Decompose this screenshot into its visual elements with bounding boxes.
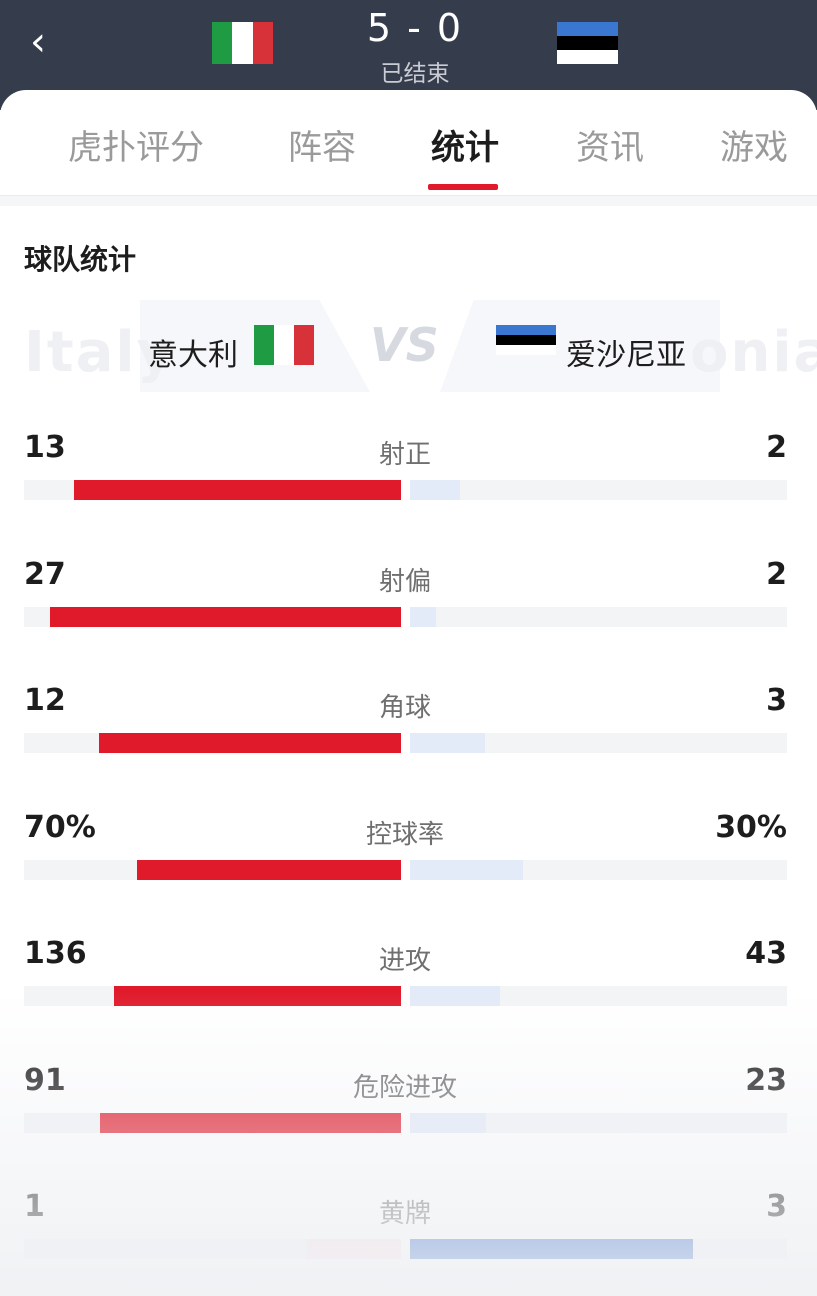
content-sheet: 虎扑评分 阵容 统计 资讯 游戏 球队统计 Italy onia 意大利 VS … — [0, 90, 817, 1296]
away-team-name: 爱沙尼亚 — [566, 338, 686, 373]
tab-stats[interactable]: 统计 — [431, 120, 499, 169]
stat-row: 13 射正 2 — [0, 430, 817, 520]
away-stat-value: 30% — [715, 810, 787, 845]
stat-label: 进攻 — [378, 946, 431, 976]
stat-row: 27 射偏 2 — [0, 557, 817, 647]
away-stat-bar — [410, 986, 501, 1006]
home-stat-track — [24, 733, 401, 753]
match-score: 5 - 0 — [366, 6, 464, 50]
away-stat-value: 23 — [745, 1063, 787, 1098]
estonia-flag-icon — [496, 325, 556, 355]
home-stat-track — [24, 1113, 401, 1133]
home-stat-track — [24, 1239, 401, 1259]
home-stat-value: 27 — [24, 557, 66, 592]
home-stat-track — [24, 480, 401, 500]
home-stat-bar — [74, 480, 401, 500]
italy-flag-icon — [212, 22, 273, 64]
stat-label: 射偏 — [378, 567, 431, 597]
stat-label: 黄牌 — [378, 1199, 431, 1229]
away-stat-track — [410, 480, 787, 500]
home-stat-value: 1 — [24, 1189, 45, 1224]
stat-label: 危险进攻 — [352, 1073, 457, 1103]
home-stat-bar — [50, 607, 401, 627]
stat-row: 70% 控球率 30% — [0, 810, 817, 900]
away-stat-bar — [410, 860, 524, 880]
stat-row: 12 角球 3 — [0, 683, 817, 773]
away-stat-bar — [410, 733, 486, 753]
away-stat-bar — [410, 1239, 693, 1259]
away-stat-track — [410, 986, 787, 1006]
away-stat-bar — [410, 607, 436, 627]
tab-games[interactable]: 游戏 — [720, 120, 788, 169]
away-stat-bar — [410, 1113, 487, 1133]
away-stat-value: 2 — [766, 430, 787, 465]
away-stat-value: 3 — [766, 1189, 787, 1224]
section-title: 球队统计 — [24, 243, 137, 276]
home-stat-value: 91 — [24, 1063, 66, 1098]
tab-lineup[interactable]: 阵容 — [288, 120, 356, 169]
estonia-flag-icon — [557, 22, 618, 64]
stat-row: 136 进攻 43 — [0, 936, 817, 1026]
home-stat-bar — [137, 860, 401, 880]
active-tab-indicator — [428, 184, 498, 190]
away-stat-value: 2 — [766, 557, 787, 592]
away-watermark: onia — [690, 320, 817, 385]
stat-row: 91 危险进攻 23 — [0, 1063, 817, 1153]
divider — [0, 196, 817, 206]
home-stat-track — [24, 607, 401, 627]
home-stat-bar — [100, 1113, 401, 1133]
home-stat-track — [24, 860, 401, 880]
home-stat-bar — [114, 986, 401, 1006]
stat-label: 射正 — [378, 440, 431, 470]
back-chevron-icon[interactable]: ‹ — [30, 22, 62, 66]
stat-label: 控球率 — [365, 820, 444, 850]
home-stat-value: 12 — [24, 683, 66, 718]
tab-bar: 虎扑评分 阵容 统计 资讯 游戏 — [0, 90, 817, 196]
italy-flag-icon — [254, 325, 314, 365]
away-stat-bar — [410, 480, 461, 500]
away-stat-track — [410, 860, 787, 880]
home-stat-value: 70% — [24, 810, 96, 845]
vs-label: VS — [370, 318, 439, 372]
home-stat-value: 136 — [24, 936, 87, 971]
stat-row: 1 黄牌 3 — [0, 1189, 817, 1279]
tab-news[interactable]: 资讯 — [576, 120, 644, 169]
stat-label: 角球 — [378, 693, 431, 723]
home-team-name: 意大利 — [148, 338, 238, 373]
home-stat-bar — [99, 733, 401, 753]
away-stat-track — [410, 1239, 787, 1259]
away-stat-track — [410, 607, 787, 627]
away-stat-value: 3 — [766, 683, 787, 718]
match-status: 已结束 — [380, 61, 450, 87]
away-stat-track — [410, 1113, 787, 1133]
home-stat-track — [24, 986, 401, 1006]
tab-ratings[interactable]: 虎扑评分 — [68, 120, 204, 169]
home-stat-value: 13 — [24, 430, 66, 465]
away-stat-track — [410, 733, 787, 753]
home-stat-bar — [306, 1239, 401, 1259]
away-stat-value: 43 — [745, 936, 787, 971]
